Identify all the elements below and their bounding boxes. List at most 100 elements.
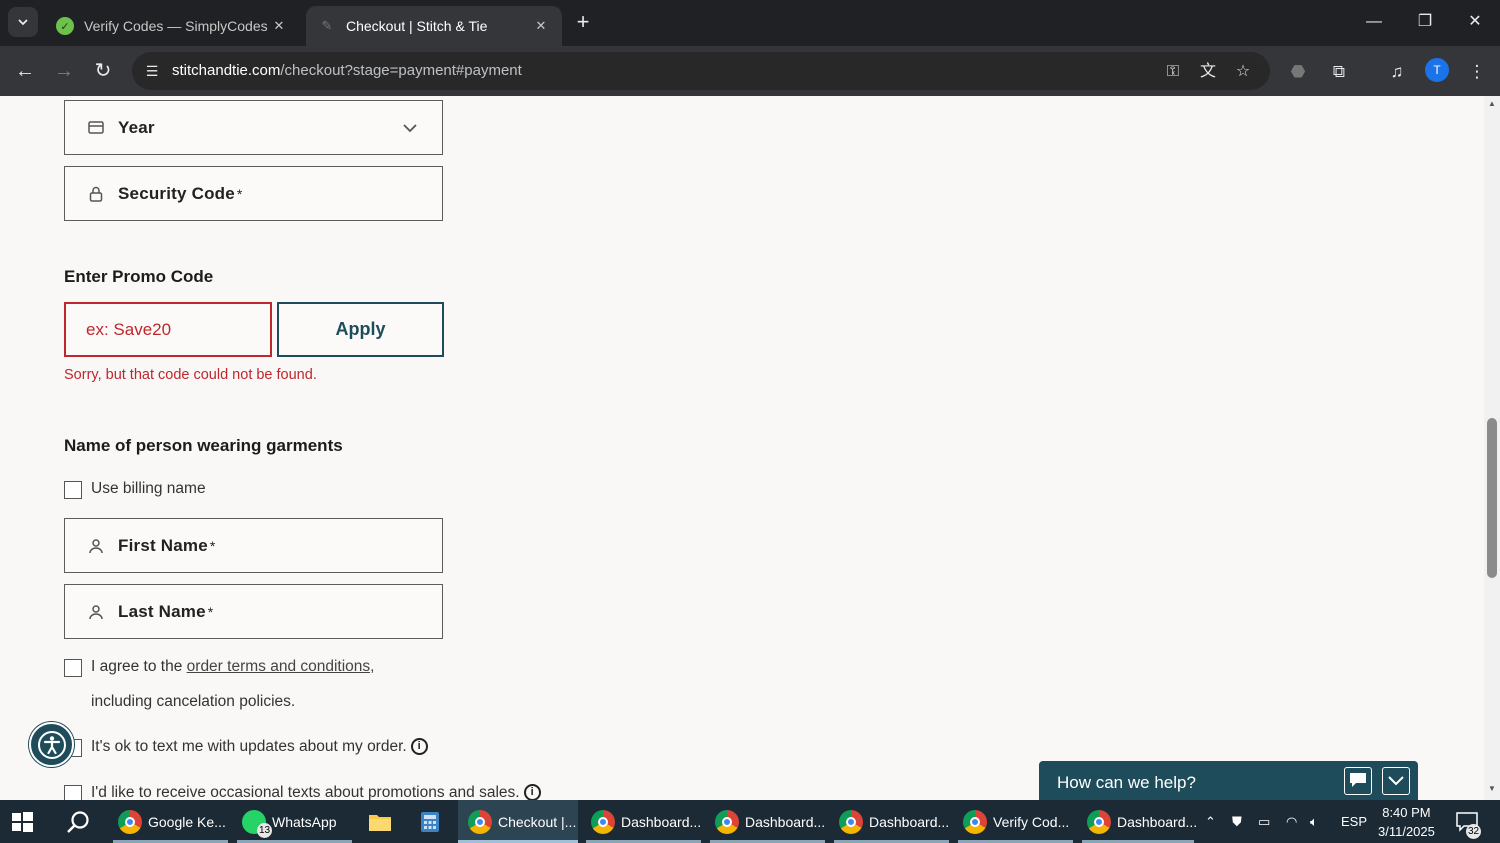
- info-icon[interactable]: i: [410, 738, 428, 755]
- taskbar-item-label: Dashboard...: [621, 813, 702, 830]
- close-icon[interactable]: ✕: [532, 18, 550, 34]
- clock[interactable]: 8:40 PM 3/11/2025: [1378, 803, 1435, 841]
- volume-icon[interactable]: 🔈︎: [1310, 800, 1318, 843]
- folder-icon: [369, 814, 391, 831]
- extension-puzzle-grey-icon[interactable]: ⬣: [1286, 60, 1310, 84]
- taskbar-item-label: Dashboard...: [869, 813, 950, 830]
- windows-start-icon[interactable]: [8, 808, 36, 836]
- promo-error-message: Sorry, but that code could not be found.: [64, 367, 317, 383]
- taskbar-item-verify-codes[interactable]: Verify Cod...: [958, 800, 1073, 843]
- accessibility-button[interactable]: [29, 722, 74, 767]
- taskbar-item-label: WhatsApp: [272, 813, 337, 830]
- wearer-heading: Name of person wearing garments: [64, 436, 343, 455]
- text-updates-label: It's ok to text me with updates about my…: [91, 738, 407, 755]
- tab-simplycodes[interactable]: ✓ Verify Codes — SimplyCodes ✕: [44, 6, 300, 46]
- promo-texts-checkbox[interactable]: [64, 785, 82, 800]
- taskbar-item-dashboard-1[interactable]: Dashboard...: [586, 800, 701, 843]
- restore-button[interactable]: ❐: [1405, 8, 1445, 36]
- back-button[interactable]: ←: [10, 56, 40, 86]
- scroll-thumb[interactable]: [1487, 418, 1497, 578]
- lock-icon: [87, 185, 105, 203]
- kebab-menu-icon[interactable]: ⋮: [1465, 60, 1489, 84]
- first-name-label: First Name: [118, 535, 208, 555]
- taskbar-item-dashboard-2[interactable]: Dashboard...: [710, 800, 825, 843]
- chrome-icon: [468, 809, 492, 834]
- translate-icon[interactable]: 文: [1197, 61, 1219, 83]
- minimize-button[interactable]: —: [1354, 8, 1394, 36]
- scroll-down-arrow-icon[interactable]: ▼: [1487, 784, 1497, 794]
- terms-link[interactable]: order terms and conditions,: [187, 658, 375, 675]
- chrome-icon: [963, 809, 987, 834]
- whatsapp-icon: 13: [242, 809, 272, 838]
- chrome-icon: [1087, 809, 1111, 834]
- first-name-field[interactable]: First Name *: [64, 518, 443, 573]
- security-code-field[interactable]: Security Code *: [64, 166, 443, 221]
- promo-code-input[interactable]: ex: Save20: [64, 302, 272, 357]
- language-indicator[interactable]: ESP: [1341, 800, 1367, 843]
- extensions-icon[interactable]: ⧉: [1327, 60, 1351, 84]
- taskbar-item-label: Checkout |...: [498, 813, 577, 830]
- chevron-down-icon: [403, 124, 417, 133]
- scroll-up-arrow-icon[interactable]: ▲: [1487, 99, 1497, 109]
- battery-icon[interactable]: ▭: [1258, 800, 1270, 843]
- forward-button[interactable]: →: [49, 56, 79, 86]
- bookmark-star-icon[interactable]: ☆: [1232, 61, 1254, 83]
- taskbar-item-label: Dashboard...: [1117, 813, 1198, 830]
- security-shield-icon[interactable]: ⛊: [1232, 800, 1242, 843]
- text-updates-row: It's ok to text me with updates about my…: [64, 738, 428, 757]
- taskbar-item-whatsapp[interactable]: 13 WhatsApp: [237, 800, 352, 843]
- taskbar-item-label: Dashboard...: [745, 813, 826, 830]
- last-name-field[interactable]: Last Name *: [64, 584, 443, 639]
- tab-search-button[interactable]: [8, 7, 38, 37]
- chat-bubble-icon[interactable]: [1344, 767, 1372, 795]
- site-settings-icon[interactable]: ☰: [142, 61, 162, 81]
- use-billing-name-checkbox[interactable]: [64, 481, 82, 499]
- new-tab-button[interactable]: +: [570, 9, 596, 35]
- taskbar-item-dashboard-4[interactable]: Dashboard...: [1082, 800, 1198, 843]
- show-hidden-icons-button[interactable]: ⌃: [1205, 800, 1216, 843]
- chat-prompt: How can we help?: [1057, 773, 1196, 792]
- tab-checkout[interactable]: ✎ Checkout | Stitch & Tie ✕: [306, 6, 562, 46]
- last-name-label: Last Name: [118, 601, 206, 621]
- reload-button[interactable]: ↻: [88, 56, 118, 86]
- search-icon[interactable]: [66, 810, 92, 834]
- apply-button[interactable]: Apply: [277, 302, 444, 357]
- address-bar[interactable]: ☰ stitchandtie.com/checkout?stage=paymen…: [132, 52, 1270, 90]
- chrome-icon: [715, 809, 739, 834]
- use-billing-name-label: Use billing name: [91, 480, 206, 497]
- terms-row: I agree to the order terms and condition…: [64, 658, 374, 719]
- taskbar-item-checkout[interactable]: Checkout |...: [458, 800, 578, 843]
- terms-checkbox[interactable]: [64, 659, 82, 677]
- card-icon: [87, 119, 105, 137]
- taskbar-item-google-keep[interactable]: Google Ke...: [113, 800, 228, 843]
- close-window-button[interactable]: ✕: [1455, 8, 1495, 36]
- taskbar-item-calculator[interactable]: [410, 800, 450, 843]
- windows-taskbar: Google Ke... 13 WhatsApp Checkout |... D…: [0, 800, 1500, 843]
- profile-avatar[interactable]: T: [1425, 58, 1449, 82]
- taskbar-item-dashboard-3[interactable]: Dashboard...: [834, 800, 949, 843]
- page-scrollbar[interactable]: ▲ ▼: [1484, 96, 1500, 800]
- chat-widget-bar[interactable]: How can we help?: [1039, 761, 1418, 800]
- person-icon: [87, 603, 105, 621]
- chevron-down-icon[interactable]: [1382, 767, 1410, 795]
- close-icon[interactable]: ✕: [270, 18, 288, 34]
- tab-title: Checkout | Stitch & Tie: [346, 18, 488, 34]
- whatsapp-badge: 13: [257, 822, 272, 838]
- simplycodes-favicon-icon: ✓: [56, 17, 74, 35]
- password-key-icon[interactable]: ⚿: [1162, 61, 1184, 83]
- wifi-icon[interactable]: ◠: [1286, 800, 1297, 843]
- media-controls-icon[interactable]: ♫: [1385, 60, 1409, 84]
- year-select[interactable]: Year: [64, 100, 443, 155]
- stitch-favicon-icon: ✎: [321, 18, 333, 33]
- promo-texts-row: I'd like to receive occasional texts abo…: [64, 784, 541, 800]
- taskbar-item-file-explorer[interactable]: [360, 800, 400, 843]
- chrome-icon: [839, 809, 863, 834]
- year-label: Year: [118, 117, 155, 137]
- tab-bar: ✓ Verify Codes — SimplyCodes ✕ ✎ Checkou…: [0, 0, 1500, 46]
- notification-center-button[interactable]: 32: [1456, 800, 1481, 843]
- terms-suffix: including cancelation policies.: [91, 693, 296, 710]
- clock-date: 3/11/2025: [1378, 824, 1435, 839]
- info-icon[interactable]: i: [523, 784, 541, 800]
- required-mark: *: [209, 537, 216, 554]
- url-text[interactable]: stitchandtie.com/checkout?stage=payment#…: [172, 62, 522, 79]
